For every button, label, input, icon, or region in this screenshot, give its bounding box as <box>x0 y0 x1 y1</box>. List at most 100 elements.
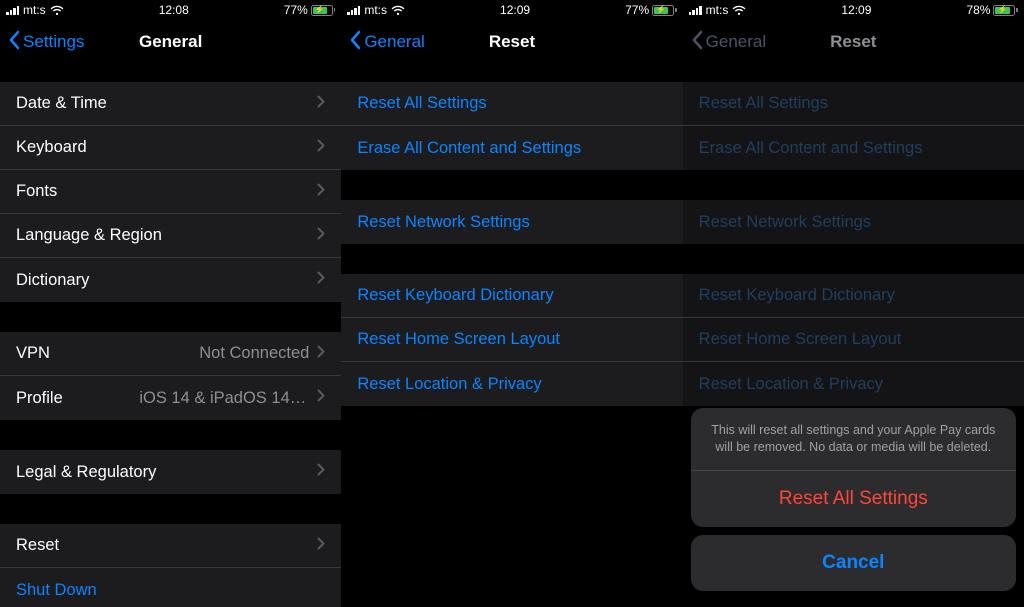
chevron-right-icon <box>317 139 325 157</box>
screen-0: mt:s12:0877%⚡SettingsGeneralDate & TimeK… <box>0 0 341 607</box>
back-button[interactable]: General <box>349 30 424 55</box>
signal-icon <box>6 6 19 15</box>
chevron-right-icon <box>317 271 325 289</box>
settings-cell[interactable]: Reset All Settings <box>683 82 1024 126</box>
cell-label: Reset Keyboard Dictionary <box>357 286 666 305</box>
battery-icon: ⚡ <box>311 5 336 16</box>
back-button[interactable]: General <box>691 30 766 55</box>
battery-pct: 78% <box>966 3 990 17</box>
chevron-left-icon <box>8 30 20 55</box>
screen-1: mt:s12:0977%⚡GeneralResetReset All Setti… <box>341 0 682 607</box>
settings-cell[interactable]: Reset Network Settings <box>341 200 682 244</box>
settings-cell[interactable]: VPNNot Connected <box>0 332 341 376</box>
settings-cell[interactable]: Shut Down <box>0 568 341 607</box>
settings-group: VPNNot ConnectedProfileiOS 14 & iPadOS 1… <box>0 332 341 420</box>
settings-cell[interactable]: Keyboard <box>0 126 341 170</box>
cell-detail: iOS 14 & iPadOS 14 Beta Softwar… <box>139 389 309 408</box>
settings-group: Reset Keyboard Dictionary Reset Home Scre… <box>683 274 1024 406</box>
cell-label: Reset All Settings <box>357 94 666 113</box>
settings-cell[interactable]: Fonts <box>0 170 341 214</box>
settings-group: Reset All Settings Erase All Content and … <box>341 82 682 170</box>
settings-group: Reset Keyboard Dictionary Reset Home Scre… <box>341 274 682 406</box>
cell-label: Reset Network Settings <box>357 213 666 232</box>
back-label: General <box>706 32 766 52</box>
settings-cell[interactable]: Reset Keyboard Dictionary <box>341 274 682 318</box>
cell-label: Reset <box>16 536 317 555</box>
page-title: General <box>139 32 202 52</box>
battery-icon: ⚡ <box>652 5 677 16</box>
cell-label: Dictionary <box>16 271 317 290</box>
cell-label: Erase All Content and Settings <box>699 139 1008 158</box>
settings-cell[interactable]: Language & Region <box>0 214 341 258</box>
chevron-right-icon <box>317 95 325 113</box>
wifi-icon <box>732 5 746 16</box>
reset-all-settings-confirm-button[interactable]: Reset All Settings <box>691 471 1016 527</box>
settings-cell[interactable]: Reset Location & Privacy <box>683 362 1024 406</box>
chevron-left-icon <box>691 30 703 55</box>
signal-icon <box>689 6 702 15</box>
wifi-icon <box>50 5 64 16</box>
settings-cell[interactable]: Date & Time <box>0 82 341 126</box>
cell-label: Erase All Content and Settings <box>357 139 666 158</box>
settings-cell[interactable]: Reset Home Screen Layout <box>683 318 1024 362</box>
settings-group: Reset Shut Down <box>0 524 341 607</box>
settings-group: Legal & Regulatory <box>0 450 341 494</box>
chevron-right-icon <box>317 227 325 245</box>
chevron-right-icon <box>317 389 325 407</box>
settings-cell[interactable]: Reset All Settings <box>341 82 682 126</box>
cancel-button[interactable]: Cancel <box>691 535 1016 591</box>
nav-bar: GeneralReset <box>683 20 1024 64</box>
settings-cell[interactable]: Reset Network Settings <box>683 200 1024 244</box>
settings-group: Reset Network Settings <box>341 200 682 244</box>
carrier-label: mt:s <box>23 3 46 17</box>
carrier-label: mt:s <box>364 3 387 17</box>
settings-cell[interactable]: Legal & Regulatory <box>0 450 341 494</box>
cell-label: Reset All Settings <box>699 94 1008 113</box>
settings-cell[interactable]: Erase All Content and Settings <box>683 126 1024 170</box>
settings-group: Reset All Settings Erase All Content and … <box>683 82 1024 170</box>
carrier-label: mt:s <box>706 3 729 17</box>
settings-cell[interactable]: Reset <box>0 524 341 568</box>
sheet-group: This will reset all settings and your Ap… <box>691 408 1016 527</box>
settings-group: Reset Network Settings <box>683 200 1024 244</box>
settings-cell[interactable]: Erase All Content and Settings <box>341 126 682 170</box>
cell-label: VPN <box>16 344 199 363</box>
settings-cell[interactable]: ProfileiOS 14 & iPadOS 14 Beta Softwar… <box>0 376 341 420</box>
signal-icon <box>347 6 360 15</box>
settings-cell[interactable]: Reset Location & Privacy <box>341 362 682 406</box>
status-bar: mt:s12:0977%⚡ <box>341 0 682 20</box>
cell-detail: Not Connected <box>199 344 309 363</box>
status-bar: mt:s 12:09 78%⚡ <box>683 0 1024 20</box>
action-sheet: This will reset all settings and your Ap… <box>691 408 1016 599</box>
cell-label: Reset Network Settings <box>699 213 1008 232</box>
status-time: 12:08 <box>159 3 189 17</box>
chevron-left-icon <box>349 30 361 55</box>
chevron-right-icon <box>317 463 325 481</box>
cell-label: Reset Location & Privacy <box>357 375 666 394</box>
chevron-right-icon <box>317 345 325 363</box>
cell-label: Keyboard <box>16 138 317 157</box>
cell-label: Language & Region <box>16 226 317 245</box>
settings-group: Date & Time Keyboard Fonts Language & Regio… <box>0 82 341 302</box>
settings-cell[interactable]: Reset Home Screen Layout <box>341 318 682 362</box>
cell-label: Fonts <box>16 182 317 201</box>
back-button[interactable]: Settings <box>8 30 84 55</box>
battery-icon: ⚡ <box>993 5 1018 16</box>
cell-label: Reset Home Screen Layout <box>699 330 1008 349</box>
back-label: General <box>364 32 424 52</box>
settings-cell[interactable]: Reset Keyboard Dictionary <box>683 274 1024 318</box>
chevron-right-icon <box>317 183 325 201</box>
back-label: Settings <box>23 32 84 52</box>
cell-label: Reset Home Screen Layout <box>357 330 666 349</box>
cell-label: Reset Keyboard Dictionary <box>699 286 1008 305</box>
content: Date & Time Keyboard Fonts Language & Regio… <box>0 64 341 607</box>
sheet-cancel-group: Cancel <box>691 535 1016 591</box>
screen-2: mt:s 12:09 78%⚡ GeneralReset Reset All Setti… <box>683 0 1024 607</box>
status-time: 12:09 <box>841 3 871 17</box>
battery-pct: 77% <box>625 3 649 17</box>
cell-label: Profile <box>16 389 139 408</box>
settings-cell[interactable]: Dictionary <box>0 258 341 302</box>
cell-label: Date & Time <box>16 94 317 113</box>
content: Reset All Settings Erase All Content and … <box>341 64 682 607</box>
sheet-message: This will reset all settings and your Ap… <box>691 408 1016 471</box>
